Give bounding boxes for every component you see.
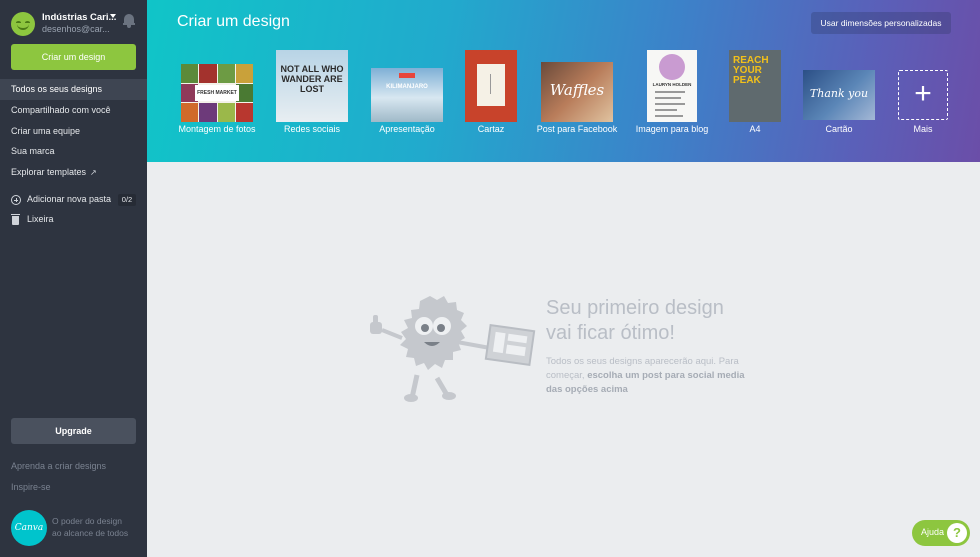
- presentation-thumbnail: KILIMANJARO: [371, 68, 443, 122]
- trash-icon: [11, 214, 20, 225]
- trash-label: Lixeira: [27, 214, 54, 224]
- tagline-line-1: O poder do design: [52, 516, 122, 526]
- help-button[interactable]: Ajuda ?: [912, 520, 970, 546]
- sidebar-item-label: Todos os seus designs: [11, 84, 103, 94]
- empty-state-text: Todos os seus designs aparecerão aqui. P…: [546, 355, 761, 397]
- bell-icon[interactable]: [123, 14, 135, 28]
- photo-collage-thumbnail: FRESH MARKET: [181, 64, 253, 122]
- design-tile-facebook-post[interactable]: Waffles Post para Facebook: [527, 50, 627, 134]
- external-link-icon: ↗: [90, 168, 97, 178]
- plus-circle-icon: [11, 195, 21, 205]
- sidebar-item-all-designs[interactable]: Todos os seus designs: [0, 79, 154, 100]
- tile-label: Cartaz: [477, 124, 505, 134]
- account-switcher[interactable]: Indústrias Cari... desenhos@car...: [11, 9, 141, 39]
- empty-title-line-2: vai ficar ótimo!: [546, 322, 675, 344]
- sidebar-item-label: Criar uma equipe: [11, 125, 81, 136]
- canva-logo[interactable]: Canva: [11, 510, 47, 546]
- sidebar-item-create-team[interactable]: Criar uma equipe: [0, 121, 147, 142]
- account-name: Indústrias Cari...: [42, 12, 117, 23]
- sidebar-nav: Todos os seus designs Compartilhado com …: [0, 79, 154, 183]
- thumbnail-text: KILIMANJARO: [386, 84, 428, 90]
- sidebar-item-explore-templates[interactable]: Explorar templates ↗: [0, 162, 147, 183]
- sidebar-item-your-brand[interactable]: Sua marca: [0, 141, 147, 162]
- thumbnail-text: REACH YOUR PEAK: [733, 55, 769, 86]
- design-tile-more[interactable]: + Mais: [873, 50, 973, 134]
- tagline-line-2: ao alcance de todos: [52, 528, 129, 538]
- poster-thumbnail: [465, 50, 517, 122]
- tagline: O poder do design ao alcance de todos: [52, 515, 128, 539]
- help-label: Ajuda: [921, 527, 945, 537]
- card-thumbnail: Thank you: [803, 70, 875, 120]
- sidebar-item-shared[interactable]: Compartilhado com você: [0, 100, 147, 121]
- add-folder-row[interactable]: Adicionar nova pasta 0/2: [11, 194, 136, 208]
- caret-down-icon: [110, 14, 116, 18]
- tile-label: Mais: [913, 124, 933, 134]
- tile-label: Post para Facebook: [536, 124, 618, 134]
- folder-count-badge: 0/2: [118, 194, 136, 206]
- custom-dimensions-button[interactable]: Usar dimensões personalizadas: [811, 12, 951, 34]
- thumbnail-text: Waffles: [549, 81, 605, 99]
- design-tile-poster[interactable]: Cartaz: [441, 50, 541, 134]
- thumbnail-text: FRESH MARKET: [195, 85, 239, 101]
- tile-label: Redes sociais: [283, 124, 341, 134]
- empty-state-title: Seu primeiro design vai ficar ótimo!: [546, 296, 724, 346]
- create-design-button[interactable]: Criar um design: [11, 44, 136, 70]
- inspire-link[interactable]: Inspire-se: [11, 482, 51, 492]
- thumbnail-text: NOT ALL WHO WANDER ARE LOST: [280, 64, 344, 94]
- social-media-thumbnail: NOT ALL WHO WANDER ARE LOST: [276, 50, 348, 122]
- create-design-header: Criar um design Usar dimensões personali…: [147, 0, 980, 162]
- account-email: desenhos@car...: [42, 24, 110, 34]
- a4-thumbnail: REACH YOUR PEAK: [729, 50, 781, 122]
- empty-title-line-1: Seu primeiro design: [546, 297, 724, 319]
- sidebar: Indústrias Cari... desenhos@car... Criar…: [0, 0, 154, 557]
- design-tile-social-media[interactable]: NOT ALL WHO WANDER ARE LOST Redes sociai…: [262, 50, 362, 134]
- add-folder-label: Adicionar nova pasta: [27, 194, 112, 204]
- sidebar-item-label: Explorar templates: [11, 167, 87, 178]
- question-mark-icon: ?: [947, 523, 967, 543]
- facebook-post-thumbnail: Waffles: [541, 62, 613, 122]
- avatar: [11, 12, 35, 36]
- sidebar-item-label: Compartilhado com você: [11, 104, 111, 115]
- blog-image-thumbnail: LAURYN HOLDEN: [647, 50, 697, 122]
- upgrade-button[interactable]: Upgrade: [11, 418, 136, 444]
- plus-icon: +: [898, 70, 948, 120]
- thumbnail-text: LAURYN HOLDEN: [652, 82, 692, 87]
- thumbnail-text: Thank you: [809, 87, 869, 100]
- sidebar-item-label: Sua marca: [11, 146, 55, 157]
- monster-illustration: [370, 296, 536, 402]
- design-tile-photo-collage[interactable]: FRESH MARKET Montagem de fotos: [167, 50, 267, 134]
- page-title: Criar um design: [177, 13, 290, 30]
- learn-design-link[interactable]: Aprenda a criar designs: [11, 461, 106, 471]
- tile-label: Montagem de fotos: [178, 124, 256, 134]
